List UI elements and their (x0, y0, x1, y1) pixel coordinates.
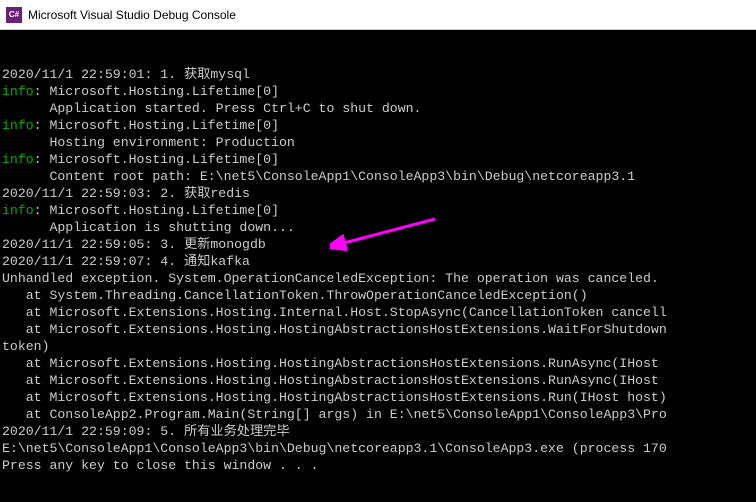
console-output: 2020/11/1 22:59:01: 1. 获取mysqlinfo: Micr… (0, 30, 756, 502)
console-line: 2020/11/1 22:59:05: 3. 更新monogdb (2, 236, 754, 253)
console-line: info: Microsoft.Hosting.Lifetime[0] (2, 117, 754, 134)
console-line: info: Microsoft.Hosting.Lifetime[0] (2, 202, 754, 219)
console-line: at Microsoft.Extensions.Hosting.HostingA… (2, 372, 754, 389)
log-text: : Microsoft.Hosting.Lifetime[0] (34, 152, 279, 167)
console-line: 2020/11/1 22:59:01: 1. 获取mysql (2, 66, 754, 83)
console-line: 2020/11/1 22:59:03: 2. 获取redis (2, 185, 754, 202)
console-line: at Microsoft.Extensions.Hosting.HostingA… (2, 355, 754, 372)
console-line: at ConsoleApp2.Program.Main(String[] arg… (2, 406, 754, 423)
console-line: E:\net5\ConsoleApp1\ConsoleApp3\bin\Debu… (2, 440, 754, 457)
console-line: info: Microsoft.Hosting.Lifetime[0] (2, 151, 754, 168)
vs-icon: C# (6, 7, 22, 23)
console-line: Application is shutting down... (2, 219, 754, 236)
console-line: at Microsoft.Extensions.Hosting.HostingA… (2, 321, 754, 338)
log-text: : Microsoft.Hosting.Lifetime[0] (34, 203, 279, 218)
console-line: at Microsoft.Extensions.Hosting.HostingA… (2, 389, 754, 406)
console-line: Unhandled exception. System.OperationCan… (2, 270, 754, 287)
log-text: : Microsoft.Hosting.Lifetime[0] (34, 84, 279, 99)
window-title: Microsoft Visual Studio Debug Console (28, 8, 236, 22)
console-line: Application started. Press Ctrl+C to shu… (2, 100, 754, 117)
console-line: Content root path: E:\net5\ConsoleApp1\C… (2, 168, 754, 185)
console-line: 2020/11/1 22:59:09: 5. 所有业务处理完毕 (2, 423, 754, 440)
console-line: at Microsoft.Extensions.Hosting.Internal… (2, 304, 754, 321)
log-level-info: info (2, 203, 34, 218)
log-level-info: info (2, 118, 34, 133)
log-level-info: info (2, 152, 34, 167)
console-line: at System.Threading.CancellationToken.Th… (2, 287, 754, 304)
log-text: : Microsoft.Hosting.Lifetime[0] (34, 118, 279, 133)
console-line: token) (2, 338, 754, 355)
log-level-info: info (2, 84, 34, 99)
console-line: info: Microsoft.Hosting.Lifetime[0] (2, 83, 754, 100)
console-line: 2020/11/1 22:59:07: 4. 通知kafka (2, 253, 754, 270)
console-line: Press any key to close this window . . . (2, 457, 754, 474)
console-line: Hosting environment: Production (2, 134, 754, 151)
titlebar[interactable]: C# Microsoft Visual Studio Debug Console (0, 0, 756, 30)
